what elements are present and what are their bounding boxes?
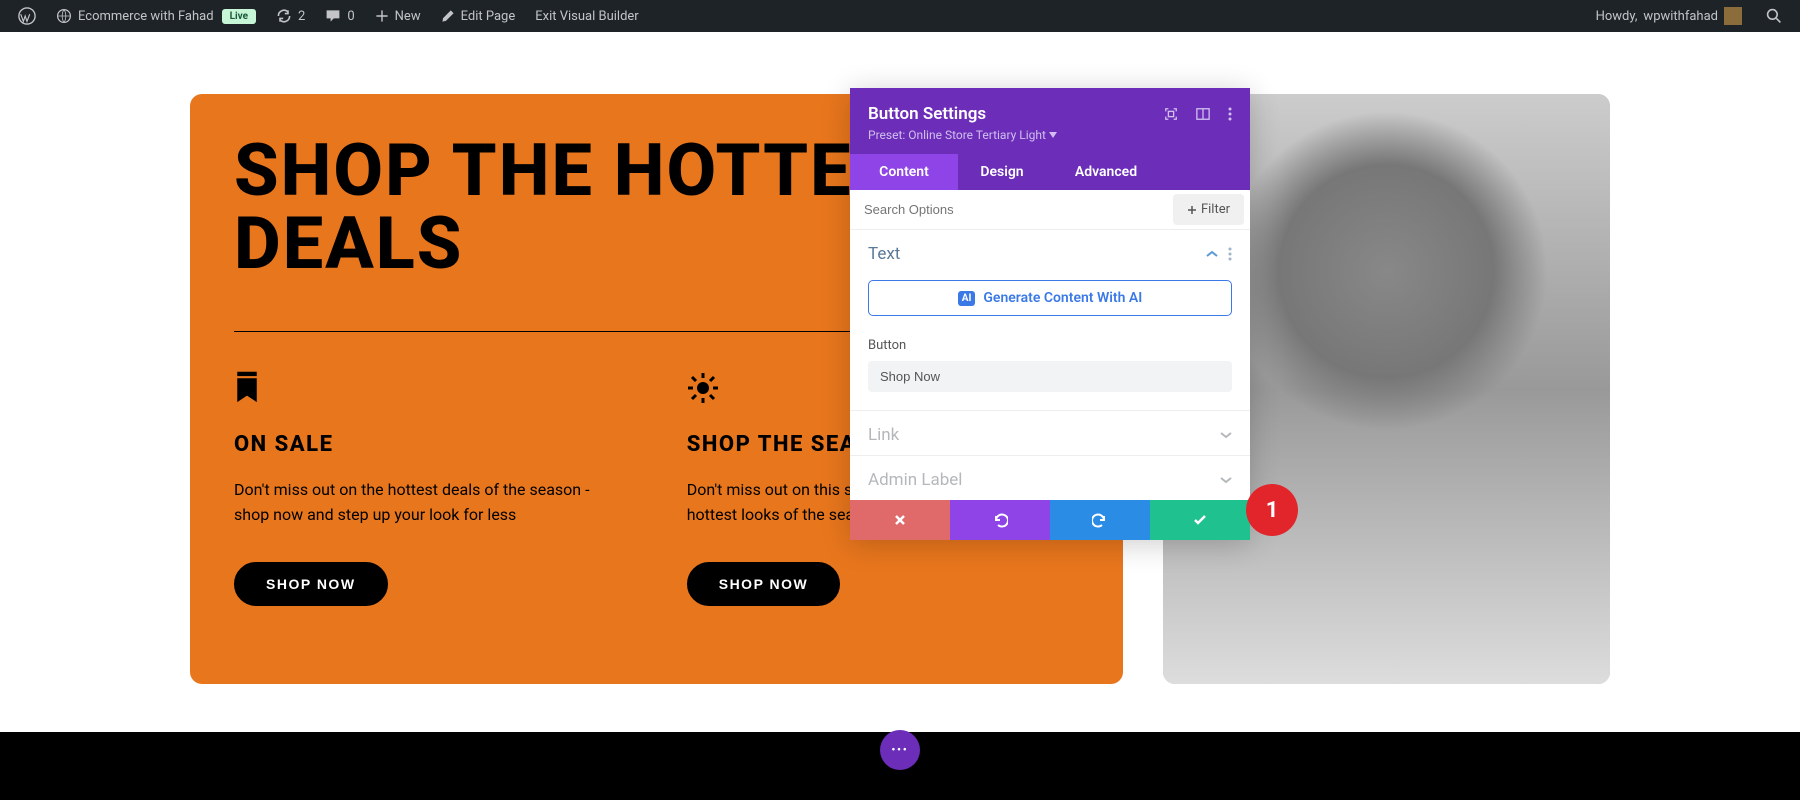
comments-link[interactable]: 0: [315, 0, 364, 32]
comments-count: 0: [347, 9, 354, 24]
button-settings-modal: Button Settings Preset: Online Store Ter…: [850, 88, 1250, 540]
wp-logo[interactable]: [8, 0, 46, 32]
col1-title: ON SALE: [234, 432, 627, 457]
admin-search[interactable]: [1756, 8, 1792, 24]
avatar: [1724, 7, 1742, 25]
chevron-down-icon: [1220, 476, 1232, 484]
updates-link[interactable]: 2: [266, 0, 315, 32]
howdy-user[interactable]: Howdy, wpwithfahad: [1586, 0, 1752, 32]
comments-icon: [325, 8, 341, 24]
section-link[interactable]: Link: [850, 411, 1250, 455]
edit-page[interactable]: Edit Page: [431, 0, 526, 32]
home-icon: [56, 8, 72, 24]
check-icon: [1193, 514, 1207, 526]
chevron-down-icon: [1220, 431, 1232, 439]
site-name: Ecommerce with Fahad: [78, 9, 214, 24]
undo-icon: [992, 512, 1008, 528]
search-row: Filter: [850, 190, 1250, 230]
howdy-prefix: Howdy,: [1596, 9, 1638, 24]
undo-button[interactable]: [950, 500, 1050, 540]
chevron-up-icon[interactable]: [1206, 250, 1218, 258]
kebab-icon[interactable]: [1228, 107, 1232, 121]
shop-now-button-2[interactable]: SHOP NOW: [687, 562, 841, 606]
snap-icon[interactable]: [1164, 107, 1178, 121]
modal-tabs: Content Design Advanced: [850, 154, 1250, 190]
edit-page-label: Edit Page: [461, 9, 516, 24]
shop-now-button-1[interactable]: SHOP NOW: [234, 562, 388, 606]
section-link-label: Link: [868, 425, 899, 445]
redo-button[interactable]: [1050, 500, 1150, 540]
live-badge: Live: [222, 9, 256, 24]
close-icon: [894, 514, 906, 526]
col-on-sale: ON SALE Don't miss out on the hottest de…: [234, 372, 627, 606]
tab-content[interactable]: Content: [850, 154, 958, 190]
preset-label: Preset: Online Store Tertiary Light: [868, 128, 1046, 142]
button-field-label: Button: [850, 330, 1250, 361]
plus-icon: [375, 9, 389, 23]
section-admin-label[interactable]: Admin Label: [850, 456, 1250, 500]
filter-button[interactable]: Filter: [1173, 194, 1244, 225]
redo-icon: [1092, 512, 1108, 528]
wordpress-icon: [18, 7, 36, 25]
tab-advanced[interactable]: Advanced: [1046, 154, 1166, 190]
site-link[interactable]: Ecommerce with Fahad Live: [46, 0, 266, 32]
kebab-icon[interactable]: [1228, 247, 1232, 261]
pencil-icon: [441, 9, 455, 23]
modal-preset[interactable]: Preset: Online Store Tertiary Light: [868, 128, 1232, 142]
admin-bar-right: Howdy, wpwithfahad: [1586, 0, 1792, 32]
new-label: New: [395, 9, 421, 24]
cancel-button[interactable]: [850, 500, 950, 540]
modal-header[interactable]: Button Settings Preset: Online Store Ter…: [850, 88, 1250, 154]
search-icon: [1766, 8, 1782, 24]
ai-badge: AI: [958, 291, 976, 306]
filter-label: Filter: [1201, 202, 1230, 217]
admin-bar-left: Ecommerce with Fahad Live 2 0 New Edit P…: [8, 0, 649, 32]
exit-vb-label: Exit Visual Builder: [535, 9, 638, 24]
section-text[interactable]: Text: [850, 230, 1250, 274]
updates-icon: [276, 8, 292, 24]
search-options-input[interactable]: [850, 191, 1173, 228]
new-content[interactable]: New: [365, 0, 431, 32]
col1-text: Don't miss out on the hottest deals of t…: [234, 477, 627, 528]
modal-title: Button Settings: [868, 104, 986, 124]
ai-button-label: Generate Content With AI: [983, 290, 1142, 306]
builder-toggle[interactable]: •••: [880, 730, 920, 770]
modal-footer: [850, 500, 1250, 540]
wp-admin-bar: Ecommerce with Fahad Live 2 0 New Edit P…: [0, 0, 1800, 32]
generate-ai-button[interactable]: AI Generate Content With AI: [868, 280, 1232, 316]
button-text-input[interactable]: [868, 361, 1232, 392]
caret-down-icon: [1049, 132, 1057, 138]
section-text-label: Text: [868, 244, 900, 264]
section-admin-label-text: Admin Label: [868, 470, 962, 490]
exit-visual-builder[interactable]: Exit Visual Builder: [525, 0, 648, 32]
expand-icon[interactable]: [1196, 107, 1210, 121]
notification-badge[interactable]: 1: [1246, 484, 1298, 536]
updates-count: 2: [298, 9, 305, 24]
plus-small-icon: [1187, 205, 1197, 215]
bookmark-icon: [234, 372, 627, 404]
username: wpwithfahad: [1643, 9, 1718, 24]
confirm-button[interactable]: [1150, 500, 1250, 540]
tab-design[interactable]: Design: [958, 154, 1046, 190]
